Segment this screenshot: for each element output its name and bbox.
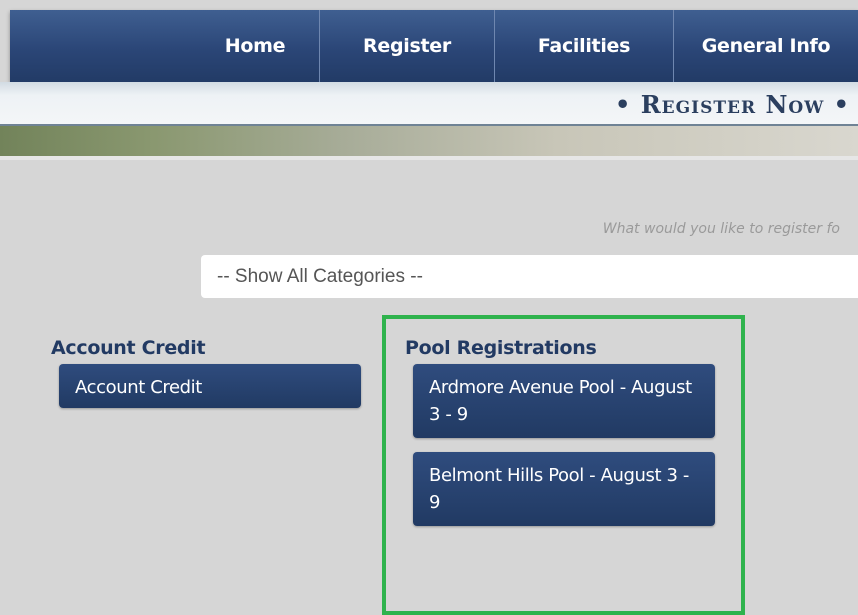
account-credit-button[interactable]: Account Credit [59, 364, 361, 408]
header-photo-edge [0, 156, 858, 160]
ardmore-pool-button[interactable]: Ardmore Avenue Pool - August 3 - 9 [413, 364, 715, 438]
belmont-pool-button[interactable]: Belmont Hills Pool - August 3 - 9 [413, 452, 715, 526]
nav-facilities[interactable]: Facilities [495, 10, 673, 82]
category-select[interactable]: -- Show All Categories -- [201, 255, 858, 298]
nav-register[interactable]: Register [320, 10, 494, 82]
nav-home[interactable]: Home [190, 10, 320, 82]
main-nav: Home Register Facilities General Info [10, 10, 858, 82]
register-prompt: What would you like to register fo [602, 221, 840, 237]
register-now-banner[interactable]: • Register Now • [615, 90, 850, 119]
header-photo [0, 126, 858, 156]
nav-general-info[interactable]: General Info [674, 10, 858, 82]
category-heading-account-credit: Account Credit [51, 337, 206, 359]
category-heading-pool-registrations: Pool Registrations [405, 337, 597, 359]
